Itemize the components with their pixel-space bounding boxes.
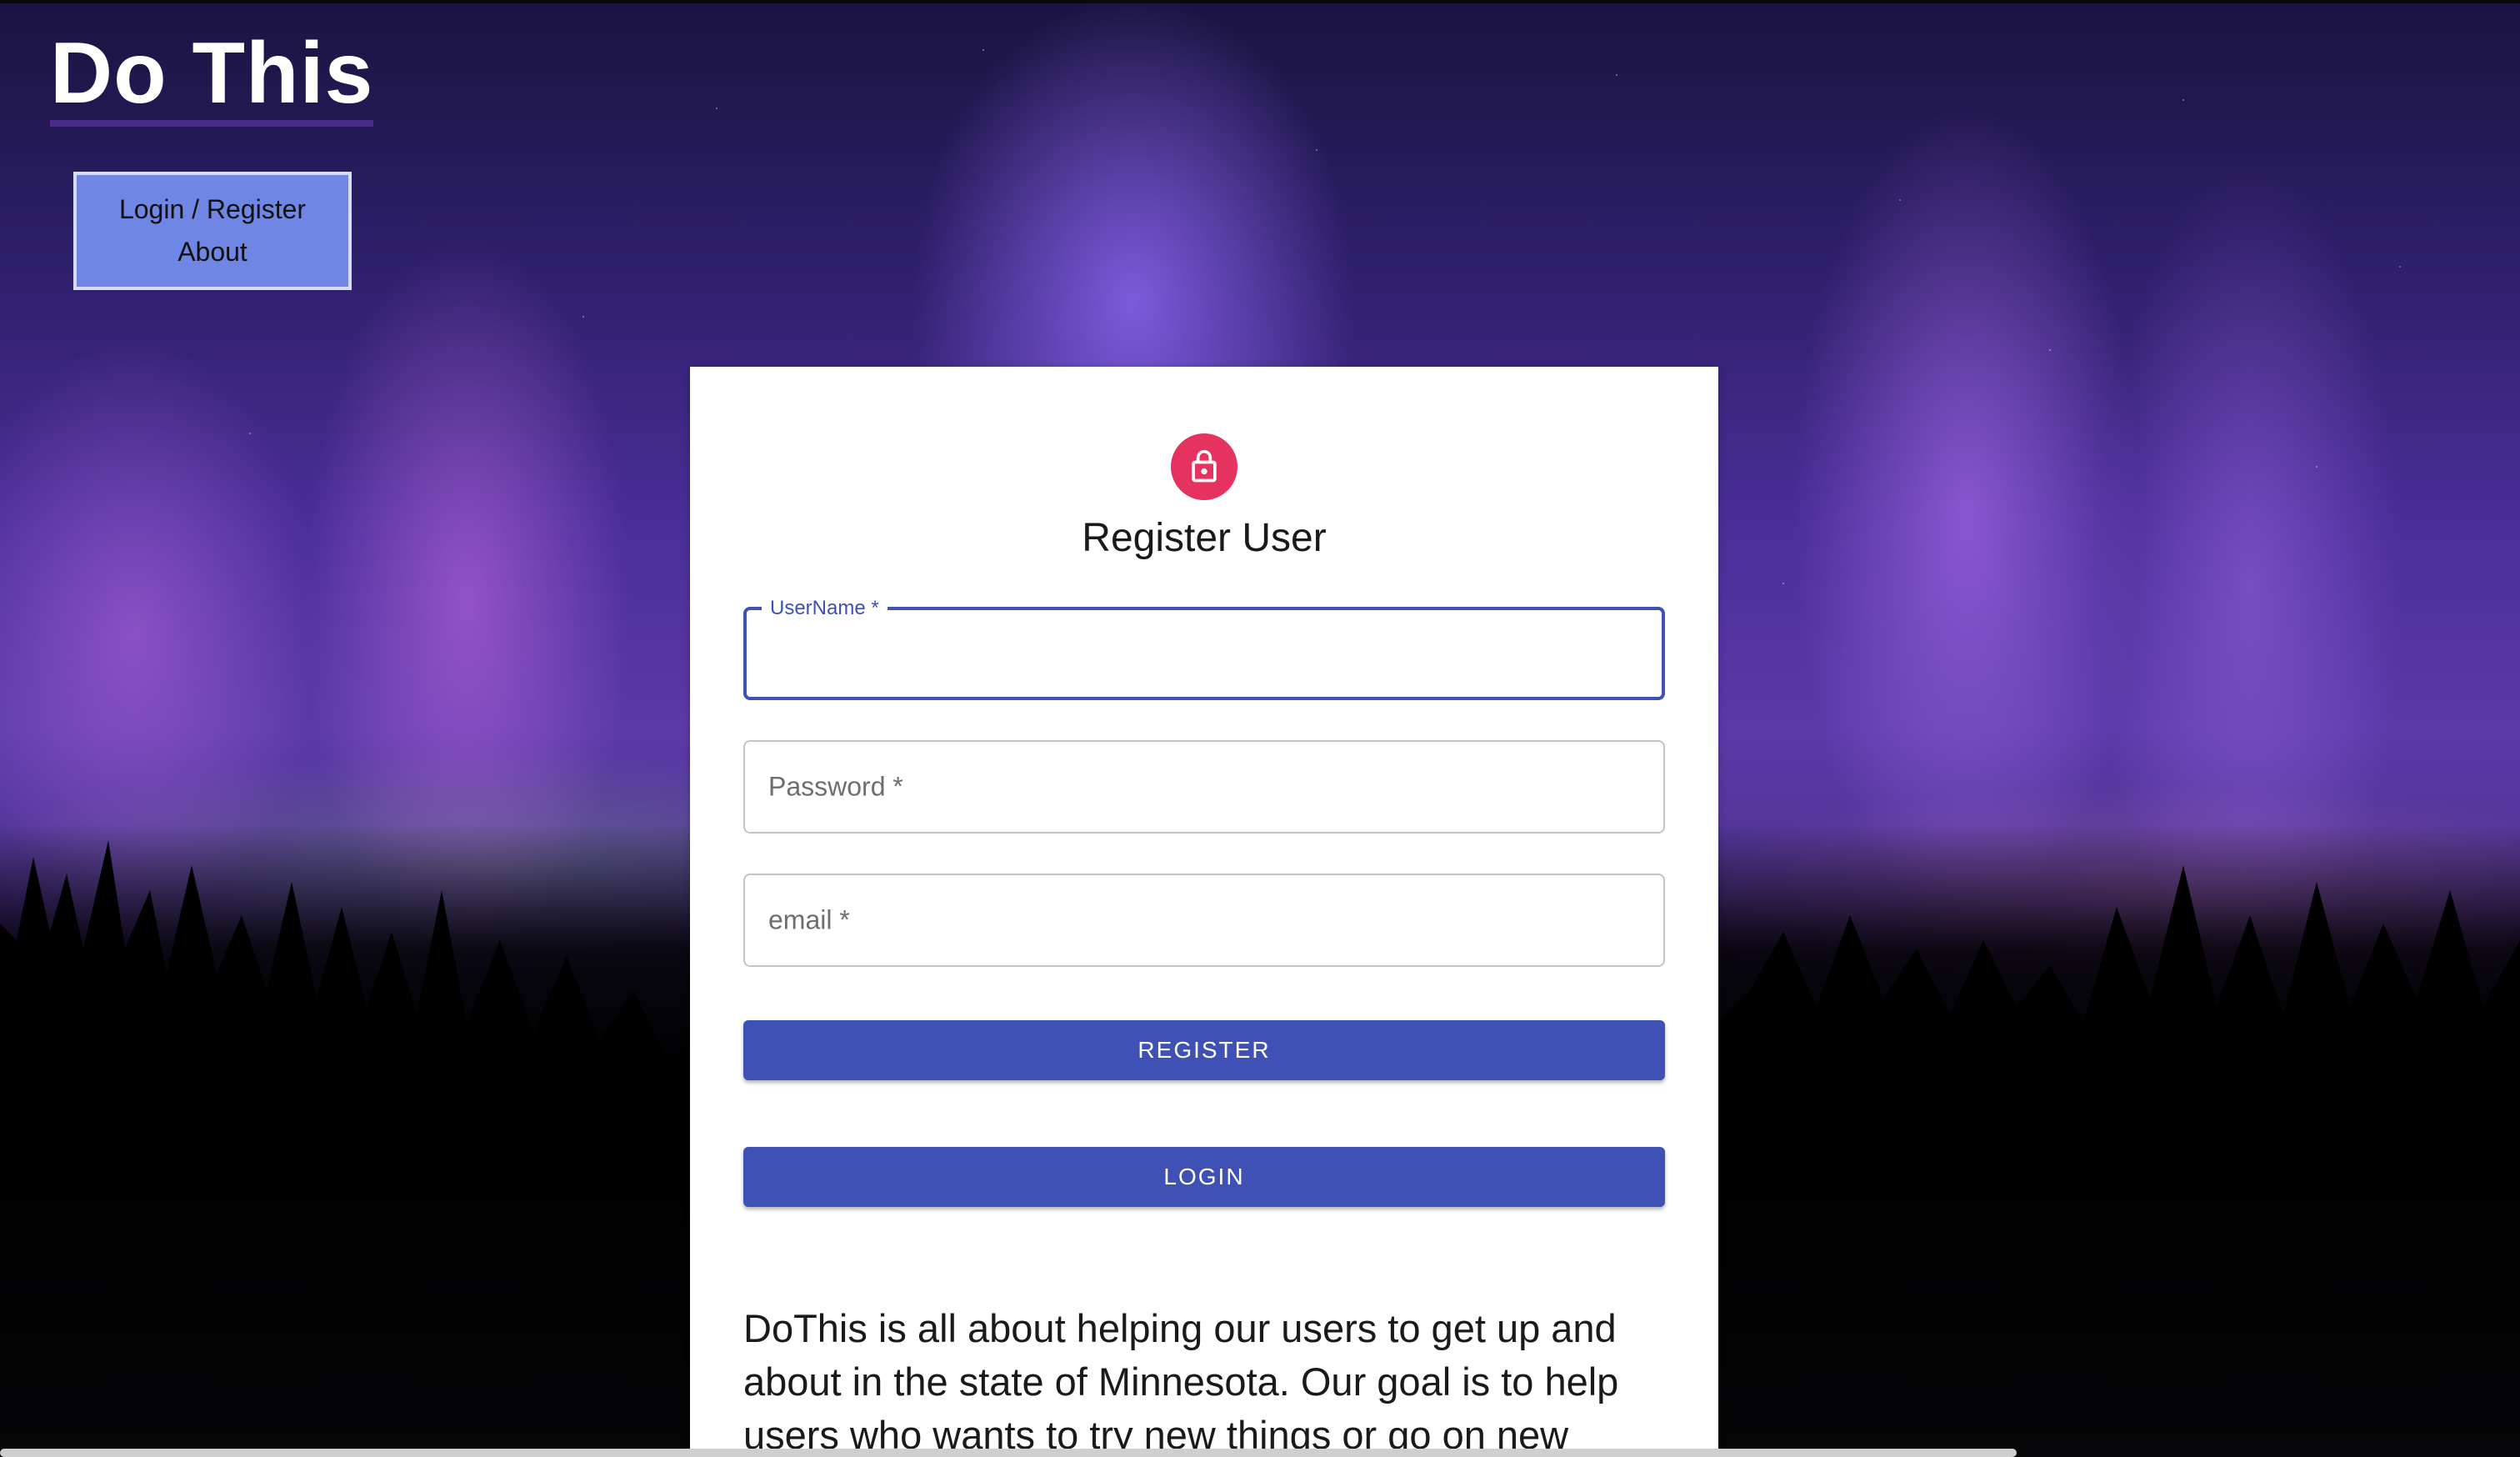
login-button[interactable]: LOGIN [743, 1147, 1665, 1207]
lock-icon [1192, 449, 1217, 483]
about-paragraph: DoThis is all about helping our users to… [743, 1306, 1619, 1457]
email-input[interactable] [745, 875, 1663, 965]
username-input[interactable] [747, 610, 1662, 697]
register-card: Register User UserName * Password * emai… [690, 367, 1718, 1457]
nav-login-register-link[interactable]: Login / Register [119, 194, 306, 225]
username-field[interactable]: UserName * [743, 597, 1665, 700]
lock-avatar [1171, 433, 1238, 500]
register-button[interactable]: REGISTER [743, 1020, 1665, 1080]
site-title[interactable]: Do This [50, 30, 374, 127]
nav-menu: Login / Register About [73, 172, 352, 290]
email-field[interactable]: email * [743, 874, 1665, 967]
password-input[interactable] [745, 742, 1663, 832]
password-field[interactable]: Password * [743, 740, 1665, 834]
horizontal-scrollbar[interactable] [0, 1449, 2017, 1457]
page-background: Do This Login / Register About Register … [0, 0, 2520, 1457]
nav-about-link[interactable]: About [178, 237, 248, 268]
form-title: Register User [1082, 516, 1327, 560]
